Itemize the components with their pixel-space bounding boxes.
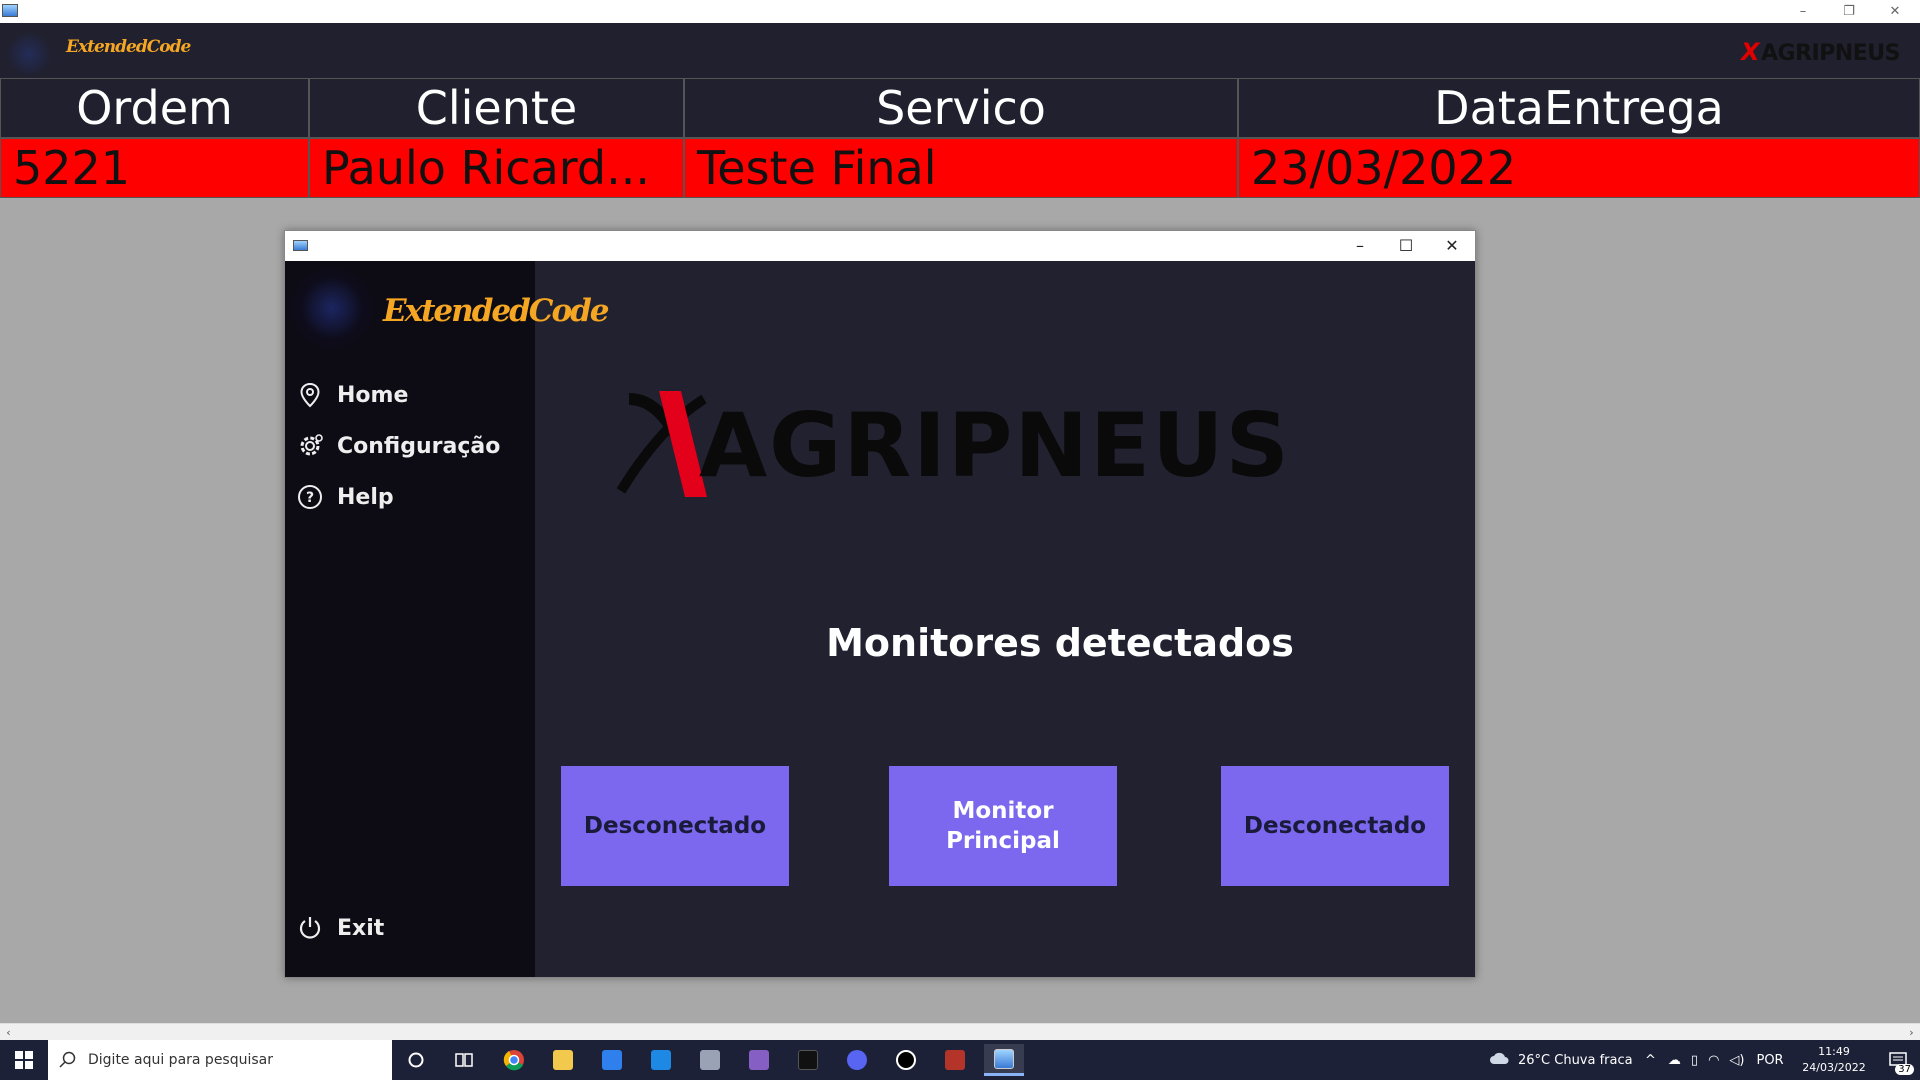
search-icon [59,1051,76,1068]
monitor-button-label: Desconectado [583,813,767,839]
gear-icon [295,431,325,461]
exit-label: Exit [337,915,385,941]
close-button[interactable]: ✕ [1429,231,1475,261]
orders-table: Ordem Cliente Servico DataEntrega 5221 P… [0,78,1920,198]
sidebar-item-home[interactable]: Home [295,378,408,412]
taskbar-search-box[interactable]: Digite aqui para pesquisar [48,1040,392,1080]
onedrive-icon[interactable]: ☁ [1668,1053,1681,1068]
column-header-ordem: Ordem [0,78,309,138]
app-window-titlebar: – ☐ ✕ [285,231,1475,261]
system-tray[interactable]: ^ ☁ ▯ ◠ ◁) POR [1645,1040,1784,1080]
monitor-button-primary[interactable]: Monitor Principal [889,766,1117,886]
sidebar: ExtendedCode Home Configuração ? Help Ex… [285,261,610,977]
table-cell-servico[interactable]: Teste Final [684,138,1238,198]
logo-text: AGRIPNEUS [699,394,1291,497]
column-header-dataentrega: DataEntrega [1238,78,1920,138]
sidebar-item-label: Help [337,484,394,510]
header-bar: ExtendedCode XAGRIPNEUS [0,23,1920,78]
chrome-icon[interactable] [494,1044,534,1076]
table-header-row: Ordem Cliente Servico DataEntrega [0,78,1920,138]
app-icon [2,4,18,17]
monitor-button-right[interactable]: Desconectado [1221,766,1449,886]
file-explorer-icon[interactable] [543,1044,583,1076]
section-title: Monitores detectados [826,621,1294,665]
monitor-button-label: Desconectado [1243,813,1427,839]
clock[interactable]: 11:49 24/03/2022 [1798,1044,1870,1076]
cloud-rain-icon [1490,1052,1509,1064]
sidebar-item-label: Home [337,382,409,408]
winrar-icon[interactable] [935,1044,975,1076]
brand-logo: ExtendedCode [66,37,191,57]
mail-icon[interactable] [641,1044,681,1076]
taskbar: Digite aqui para pesquisar 26°C Chuva fr… [0,1040,1920,1080]
device-icon[interactable]: ▯ [1691,1053,1698,1068]
wifi-icon[interactable]: ◠ [1708,1053,1719,1068]
globe-logo-icon [289,265,375,351]
chevron-up-icon[interactable]: ^ [1645,1053,1656,1068]
visual-studio-icon[interactable] [739,1044,779,1076]
clock-date: 24/03/2022 [1802,1061,1866,1074]
scroll-right-icon[interactable]: › [1903,1024,1920,1041]
app-window: – ☐ ✕ ExtendedCode Home Configuração ? H… [284,230,1476,978]
notification-badge: 37 [1895,1064,1914,1075]
cortana-icon[interactable] [396,1044,436,1076]
discord-icon[interactable] [837,1044,877,1076]
minimize-button[interactable]: – [1780,0,1826,23]
task-view-icon[interactable] [444,1044,484,1076]
windows-icon [15,1051,33,1069]
horizontal-scrollbar[interactable]: ‹ › [0,1023,1920,1040]
search-placeholder: Digite aqui para pesquisar [88,1052,274,1068]
exit-button[interactable]: Exit [295,911,384,945]
weather-text: 26°C Chuva fraca [1518,1052,1633,1068]
svg-text:?: ? [306,490,314,506]
microsoft-store-icon[interactable] [592,1044,632,1076]
main-content: AGRIPNEUS Monitores detectados Desconect… [535,261,1475,977]
monitor-button-label: Monitor Principal [946,798,1060,854]
active-app-icon[interactable] [984,1044,1024,1076]
restore-button[interactable]: ❐ [1826,0,1872,23]
scroll-left-icon[interactable]: ‹ [0,1024,17,1041]
clock-time: 11:49 [1818,1045,1850,1058]
column-header-cliente: Cliente [309,78,684,138]
agripneus-logo: XAGRIPNEUS [1741,38,1900,66]
logitech-icon[interactable] [886,1044,926,1076]
column-header-servico: Servico [684,78,1238,138]
table-row[interactable]: 5221 Paulo Ricard... Teste Final 23/03/2… [0,138,1920,198]
language-indicator[interactable]: POR [1756,1053,1783,1068]
logo-text: AGRIPNEUS [1761,41,1900,66]
maximize-button[interactable]: ☐ [1383,231,1429,261]
calculator-icon[interactable] [690,1044,730,1076]
table-cell-ordem[interactable]: 5221 [0,138,309,198]
volume-icon[interactable]: ◁) [1729,1053,1744,1068]
agripneus-big-logo: AGRIPNEUS [609,391,1399,501]
outer-window-titlebar: – ❐ ✕ [0,0,1920,23]
sidebar-item-configuracao[interactable]: Configuração [295,429,500,463]
monitor-button-left[interactable]: Desconectado [561,766,789,886]
start-button[interactable] [0,1040,48,1080]
minimize-button[interactable]: – [1337,231,1383,261]
terminal-icon[interactable] [788,1044,828,1076]
sidebar-item-help[interactable]: ? Help [295,480,394,514]
close-button[interactable]: ✕ [1872,0,1918,23]
table-cell-dataentrega[interactable]: 23/03/2022 [1238,138,1920,198]
weather-widget[interactable]: 26°C Chuva fraca [1488,1040,1633,1080]
table-cell-cliente[interactable]: Paulo Ricard... [309,138,684,198]
help-circle-icon: ? [295,482,325,512]
power-icon [295,913,325,943]
sidebar-item-label: Configuração [337,433,501,459]
notification-center-button[interactable]: 37 [1876,1040,1920,1080]
app-icon [293,240,308,251]
globe-logo-icon [6,31,52,77]
logo-mark: X [1741,38,1760,66]
map-pin-icon [295,380,325,410]
